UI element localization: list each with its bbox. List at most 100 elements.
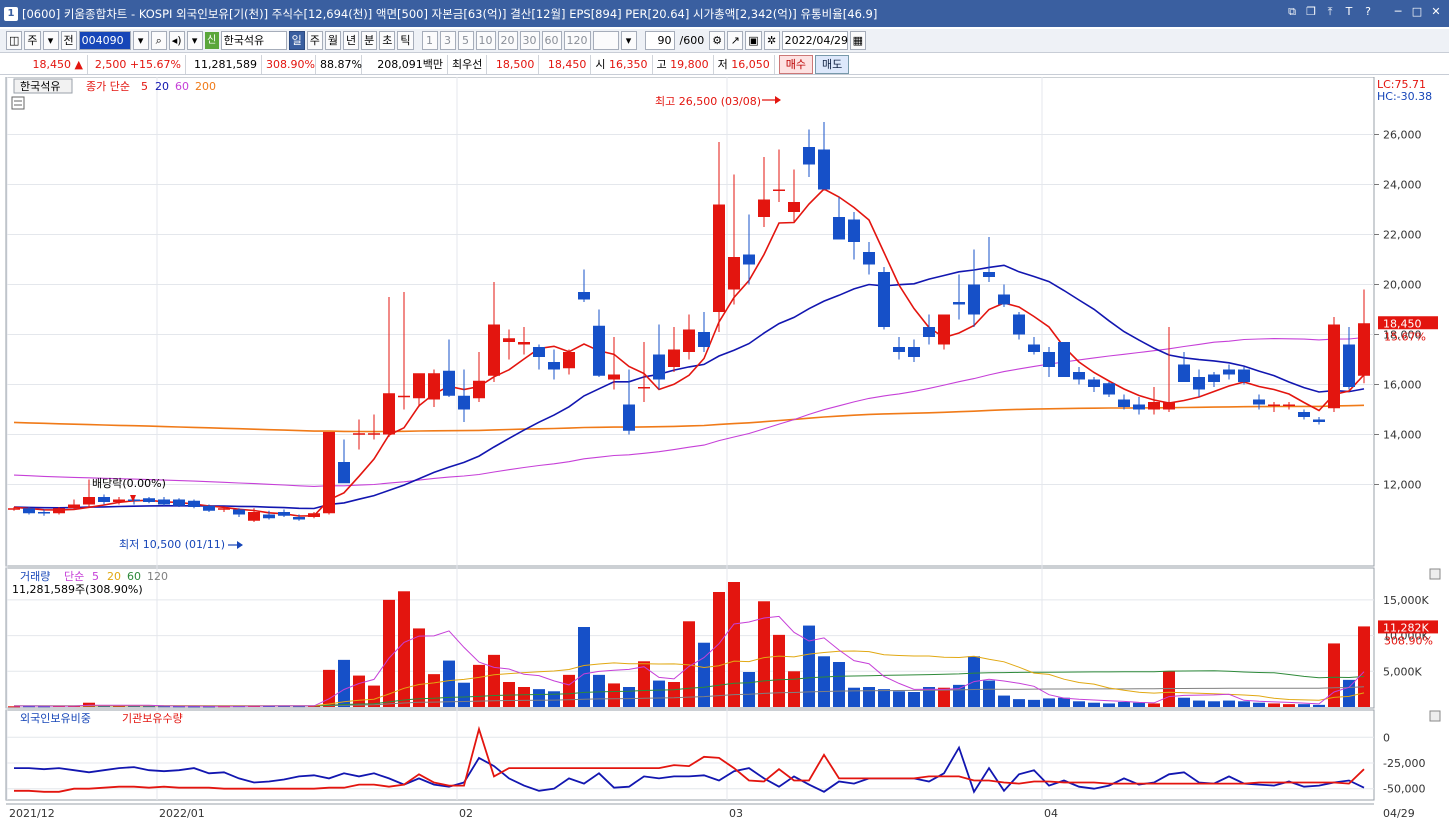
candle-body bbox=[158, 499, 170, 505]
tab-period-minute[interactable]: 분 bbox=[361, 31, 378, 50]
legend-ma-label: 종가 단순 bbox=[86, 80, 130, 93]
sell-button[interactable]: 매도 bbox=[815, 54, 850, 74]
minimize-icon[interactable]: ─ bbox=[1391, 5, 1405, 19]
volume-bar bbox=[1028, 699, 1040, 707]
minute-3[interactable]: 3 bbox=[439, 31, 456, 50]
bid-price: 18,450 bbox=[539, 54, 592, 74]
minute-1[interactable]: 1 bbox=[421, 31, 438, 50]
volume-bar bbox=[323, 669, 335, 707]
candle-body bbox=[323, 432, 335, 514]
dividend-annotation: 배당락(0.00%) bbox=[92, 477, 166, 490]
options-icon[interactable]: ✲ bbox=[763, 31, 780, 50]
candle-body bbox=[1073, 372, 1085, 380]
table-toggle-icon[interactable] bbox=[11, 96, 25, 110]
tab-period-tick[interactable]: 틱 bbox=[397, 31, 414, 50]
candle-body bbox=[938, 314, 950, 345]
candle-body bbox=[1283, 404, 1295, 406]
volume-bar bbox=[548, 691, 560, 707]
volume-bar bbox=[443, 660, 455, 707]
volume-bar bbox=[803, 625, 815, 707]
volume-bar bbox=[413, 628, 425, 707]
volume-bar bbox=[1118, 702, 1130, 707]
interval-input[interactable] bbox=[592, 31, 619, 50]
candle-body bbox=[1058, 342, 1070, 377]
volume-bar bbox=[338, 659, 350, 707]
candle-body bbox=[68, 504, 80, 509]
candle-body bbox=[368, 433, 380, 435]
candle-body bbox=[1133, 404, 1145, 410]
market-select[interactable]: 전 bbox=[60, 31, 77, 50]
minute-120[interactable]: 120 bbox=[563, 31, 591, 50]
sub-tick-label: -25,000 bbox=[1383, 757, 1425, 770]
trend-tool-icon[interactable]: ↗ bbox=[727, 31, 744, 50]
tab-period-day[interactable]: 일 bbox=[288, 31, 305, 50]
count-input[interactable]: 90 bbox=[644, 31, 675, 50]
candle-body bbox=[668, 349, 680, 367]
pin-icon[interactable]: ⤒ bbox=[1323, 5, 1337, 19]
font-icon[interactable]: T bbox=[1342, 5, 1356, 19]
date-label: 02 bbox=[459, 807, 473, 820]
layout-icon[interactable]: ◫ bbox=[6, 31, 23, 50]
volume-bar bbox=[1313, 704, 1325, 707]
tab-period-year[interactable]: 년 bbox=[343, 31, 360, 50]
minute-5[interactable]: 5 bbox=[457, 31, 474, 50]
volume-bar bbox=[353, 675, 365, 707]
candle-body bbox=[578, 292, 590, 300]
sound-icon[interactable]: ◂) bbox=[168, 31, 185, 50]
restore-layout-icon[interactable]: ⧉ bbox=[1285, 5, 1299, 19]
stock-name-field[interactable]: 한국석유 bbox=[220, 31, 287, 50]
mode-select[interactable]: 주 bbox=[24, 31, 41, 50]
tab-period-week[interactable]: 주 bbox=[306, 31, 323, 50]
candle-body bbox=[803, 147, 815, 165]
buy-button[interactable]: 매수 bbox=[778, 54, 813, 74]
code-dropdown-icon[interactable]: ▾ bbox=[132, 31, 149, 50]
close-icon[interactable]: ✕ bbox=[1429, 5, 1443, 19]
volume-bar bbox=[878, 689, 890, 707]
candle-body bbox=[143, 498, 155, 502]
mode-dropdown-icon[interactable]: ▾ bbox=[42, 31, 59, 50]
sound-dropdown-icon[interactable]: ▾ bbox=[186, 31, 203, 50]
chart-settings-icon[interactable]: ⚙ bbox=[709, 31, 726, 50]
date-input[interactable]: 2022/04/29 bbox=[781, 31, 848, 50]
candle-body bbox=[1118, 399, 1130, 407]
copy-window-icon[interactable]: ❐ bbox=[1304, 5, 1318, 19]
volume-bar bbox=[1133, 702, 1145, 707]
tab-period-second[interactable]: 초 bbox=[379, 31, 396, 50]
volume-tick-label: 5,000K bbox=[1383, 665, 1422, 678]
help-icon[interactable]: ? bbox=[1361, 5, 1375, 19]
volume-bar bbox=[1013, 699, 1025, 707]
legend-volume: 거래량 bbox=[20, 570, 50, 583]
turnover-ratio: 88.87% bbox=[316, 54, 362, 74]
window-title: [0600] 키움종합차트 - KOSPI 외국인보유[기(천)] 주식수[12… bbox=[22, 6, 878, 21]
candle-body bbox=[1358, 323, 1370, 376]
volume-bar bbox=[638, 661, 650, 707]
search-icon[interactable]: ⌕ bbox=[150, 31, 167, 50]
volume-bar bbox=[998, 695, 1010, 707]
volume-bar bbox=[743, 672, 755, 707]
date-label: 04/29 bbox=[1383, 807, 1415, 820]
tab-period-month[interactable]: 월 bbox=[324, 31, 342, 50]
low-annotation: 최저 10,500 (01/11) bbox=[119, 538, 225, 551]
candle-body bbox=[1148, 402, 1160, 410]
minute-60[interactable]: 60 bbox=[541, 31, 562, 50]
volume-bar bbox=[458, 682, 470, 707]
candle-body bbox=[308, 513, 320, 517]
minute-10[interactable]: 10 bbox=[475, 31, 496, 50]
volume-bar bbox=[818, 656, 830, 707]
candle-body bbox=[1268, 404, 1280, 406]
stock-code-input[interactable]: 004090 bbox=[78, 31, 131, 50]
save-icon[interactable]: ▣ bbox=[745, 31, 762, 50]
minute-20[interactable]: 20 bbox=[497, 31, 518, 50]
volume-value-label: 11,281,589주(308.90%) bbox=[12, 583, 143, 596]
candle-body bbox=[878, 272, 890, 327]
price-tick-label: 16,000 bbox=[1383, 379, 1422, 392]
volume-bar bbox=[1283, 704, 1295, 707]
candle-body bbox=[1208, 374, 1220, 382]
minute-30[interactable]: 30 bbox=[519, 31, 540, 50]
calendar-icon[interactable]: ▦ bbox=[849, 31, 867, 50]
last-volume-label: 11,282K bbox=[1383, 621, 1429, 634]
maximize-icon[interactable]: □ bbox=[1410, 5, 1424, 19]
interval-dropdown-icon[interactable]: ▾ bbox=[620, 31, 637, 50]
chart-area[interactable]: 26,000 24,000 22,000 20,000 18,000 16,000 14,0… bbox=[0, 76, 1449, 822]
date-label: 03 bbox=[729, 807, 743, 820]
